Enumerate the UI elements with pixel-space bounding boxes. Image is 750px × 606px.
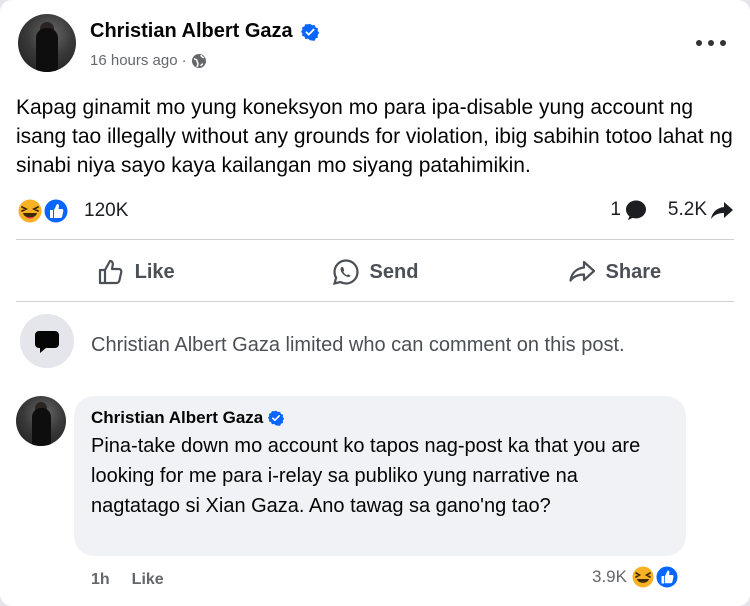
post-body-text: Kapag ginamit mo yung koneksyon mo para … (16, 96, 733, 177)
meta-separator: · (181, 52, 187, 69)
author-avatar[interactable] (18, 14, 76, 72)
more-options-icon[interactable] (696, 36, 726, 50)
commenter-avatar[interactable] (16, 396, 66, 446)
like-reaction-icon (654, 564, 680, 590)
comment-bubble-icon (625, 200, 646, 220)
comment-like-button[interactable]: Like (132, 571, 164, 589)
haha-reaction-icon (630, 564, 656, 590)
like-button[interactable]: Like (16, 244, 255, 300)
share-outline-icon (568, 260, 595, 282)
comment-text: Pina-take down mo account ko tapos nag-p… (91, 435, 641, 517)
verified-badge-icon (268, 410, 285, 426)
send-button[interactable]: Send (255, 244, 494, 300)
comment-reaction-icons (630, 564, 680, 590)
divider-top (16, 239, 734, 240)
share-count[interactable]: 5.2K (668, 199, 707, 221)
author-name[interactable]: Christian Albert Gaza (90, 20, 293, 43)
reactions-bar: 120K 1 5.2K (16, 196, 734, 226)
comment-limit-notice: Christian Albert Gaza limited who can co… (16, 312, 734, 374)
chat-bubble-icon (35, 331, 59, 353)
post-time[interactable]: 16 hours ago (90, 52, 178, 69)
send-label: Send (369, 260, 419, 283)
divider-bottom (16, 301, 734, 302)
comment-item: Christian Albert Gaza Pina-take down mo … (16, 396, 734, 596)
author-name-row: Christian Albert Gaza (90, 20, 319, 43)
engagement-stats: 1 5.2K (610, 198, 734, 222)
commenter-name[interactable]: Christian Albert Gaza (91, 408, 263, 428)
like-label: Like (134, 260, 175, 283)
verified-badge-icon (300, 23, 319, 41)
comment-reactions[interactable]: 3.9K (592, 564, 682, 590)
notice-text: Christian Albert Gaza limited who can co… (91, 334, 625, 356)
share-label: Share (605, 260, 662, 283)
notice-icon-circle (20, 314, 74, 368)
haha-reaction-icon (16, 197, 44, 225)
globe-icon (191, 53, 206, 68)
reaction-icons[interactable] (16, 197, 78, 225)
whatsapp-send-icon (332, 259, 359, 286)
share-arrow-icon (711, 202, 733, 219)
post-card: Christian Albert Gaza 16 hours ago · Kap… (0, 0, 750, 606)
like-reaction-icon (42, 197, 70, 225)
share-button[interactable]: Share (495, 244, 734, 300)
post-meta: 16 hours ago · (90, 52, 207, 69)
commenter-name-row: Christian Albert Gaza (91, 408, 285, 428)
comment-meta: 1h Like (91, 571, 164, 589)
thumbs-up-icon (98, 259, 123, 285)
comment-time[interactable]: 1h (91, 571, 110, 589)
comment-count[interactable]: 1 (610, 199, 621, 221)
comment-reaction-count: 3.9K (592, 567, 627, 586)
post-header: Christian Albert Gaza 16 hours ago · (18, 14, 732, 84)
reaction-count[interactable]: 120K (84, 200, 128, 222)
action-bar: Like Send Share (16, 244, 734, 300)
comment-bubble: Christian Albert Gaza Pina-take down mo … (74, 396, 686, 556)
